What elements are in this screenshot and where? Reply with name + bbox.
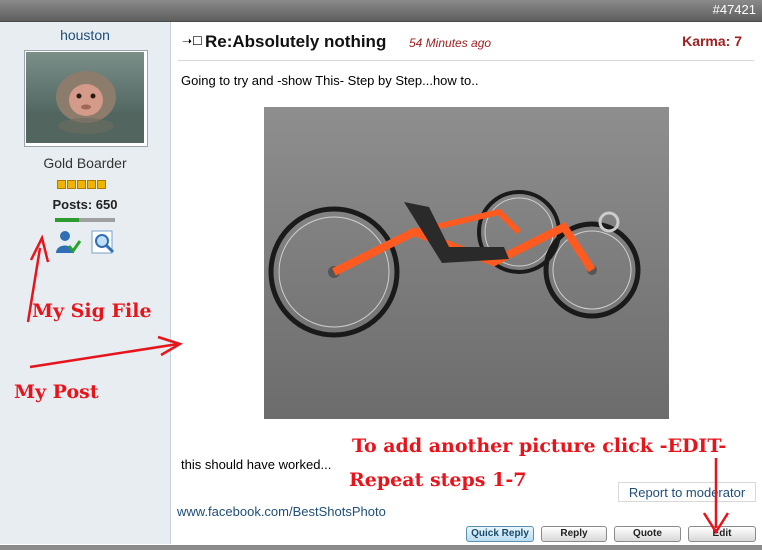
edit-button[interactable]: Edit [688,526,756,542]
post-image[interactable] [264,107,669,419]
annotation-my-post: My Post [14,381,99,403]
reply-button[interactable]: Reply [541,526,607,542]
post-id-link[interactable]: #47421 [713,2,756,17]
annotation-edit-word: EDIT [667,435,719,457]
post-header: ➝☐ Re:Absolutely nothing 54 Minutes ago … [178,22,754,61]
post-body-line-2: this should have worked... [181,457,332,472]
annotation-add-picture-suffix: - [718,435,727,457]
karma-label: Karma: 7 [682,33,742,49]
annotation-add-picture: To add another picture click -EDIT- [352,435,726,457]
activity-bar-fill [55,218,79,222]
post-subject: Re:Absolutely nothing [205,32,387,51]
profile-icon[interactable] [55,229,82,255]
search-icon[interactable] [90,229,116,255]
author-post-count: Posts: 650 [52,197,118,212]
rank-star [87,180,96,189]
author-rank: Gold Boarder [43,155,127,171]
rank-stars [57,180,106,190]
post-bottom-bar [0,545,762,550]
quote-button[interactable]: Quote [614,526,681,542]
annotation-repeat-steps: Repeat steps 1-7 [349,469,527,491]
avatar[interactable] [24,50,148,147]
annotation-add-picture-prefix: To add another picture click - [352,435,668,457]
author-username[interactable]: houston [0,27,170,43]
post-icon: ➝☐ [182,34,203,48]
signature-link[interactable]: www.facebook.com/BestShotsPhoto [177,504,386,519]
rank-star [97,180,106,189]
rank-star [57,180,66,189]
author-sidebar: houston Gold Boarder Posts: 650 [0,22,171,544]
post-top-bar: #47421 [0,0,762,22]
post-body-line-1: Going to try and -show This- Step by Ste… [181,73,479,88]
activity-bar [55,218,115,222]
rank-star [67,180,76,189]
rank-star [77,180,86,189]
annotation-sig-file: My Sig File [32,300,152,322]
post-time: 54 Minutes ago [409,36,492,50]
quick-reply-button[interactable]: Quick Reply [466,526,534,542]
report-to-moderator-link[interactable]: Report to moderator [618,482,756,502]
